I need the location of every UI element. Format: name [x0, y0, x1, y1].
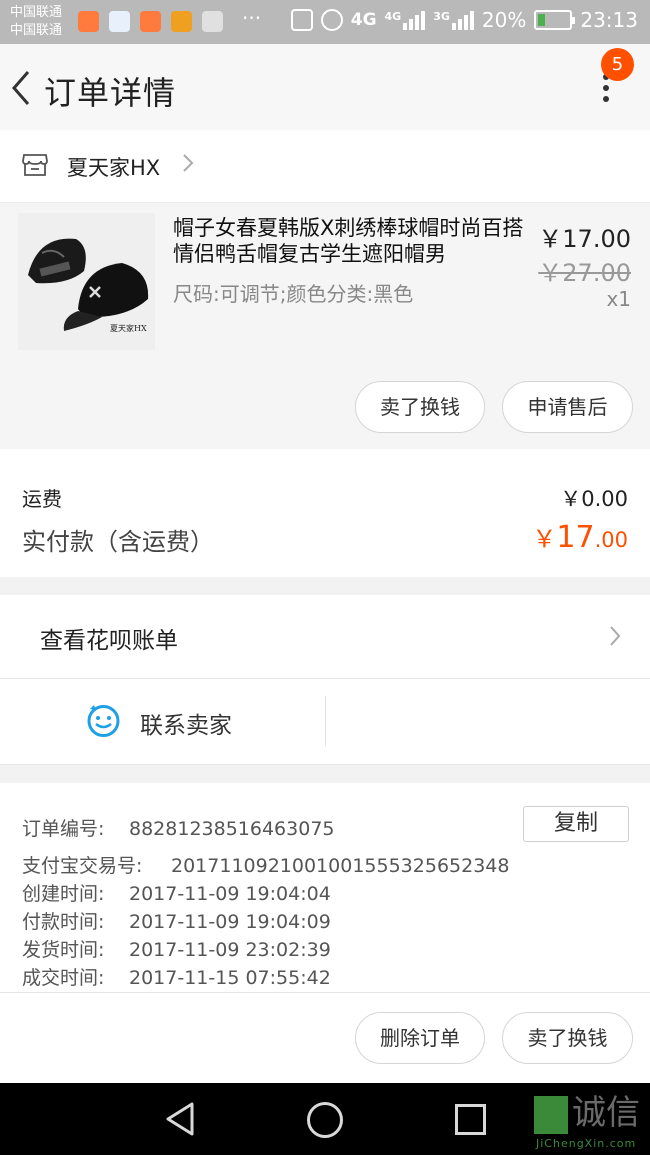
paid-currency: ￥ — [532, 525, 557, 553]
order-number: 88281238516463075 — [129, 818, 335, 840]
order-number-row: 订单编号: 88281238516463075 — [22, 814, 335, 841]
watermark-logo: 诚信 JiChengXin.com — [534, 1091, 646, 1151]
completed-time-label: 成交时间: — [22, 967, 105, 989]
paid-time-row: 付款时间: 2017-11-09 19:04:09 — [22, 907, 331, 934]
carrier-2: 中国联通 — [10, 23, 63, 38]
order-info: 订单编号: 88281238516463075 复制 支付宝交易号: 2017110… — [0, 783, 650, 993]
chevron-right-icon — [183, 154, 194, 172]
shipped-time: 2017-11-09 23:02:39 — [129, 939, 331, 961]
completed-time-row: 成交时间: 2017-11-15 07:55:42 — [22, 963, 331, 990]
created-time: 2017-11-09 19:04:04 — [129, 883, 331, 905]
network-type-3: 3G — [433, 10, 450, 23]
copy-button[interactable]: 复制 — [523, 806, 629, 842]
alipay-number-row: 支付宝交易号: 2017110921001001555325652348 — [22, 851, 509, 878]
created-time-row: 创建时间: 2017-11-09 19:04:04 — [22, 879, 331, 906]
vibrate-icon — [290, 9, 313, 31]
battery-app-icon — [171, 11, 192, 32]
clock: 23:13 — [580, 8, 638, 32]
fee-summary: 运费 ￥0.00 实付款（含运费） ￥17.00 — [0, 449, 650, 577]
paid-time-label: 付款时间: — [22, 911, 105, 933]
signal-icon: 3G — [433, 10, 474, 30]
alipay-number-label: 支付宝交易号: — [22, 855, 143, 877]
status-icons: 4G 4G 3G 20% 23:13 — [290, 8, 638, 32]
paid-time: 2017-11-09 19:04:09 — [129, 911, 331, 933]
cap-photo: 夏天家HX — [18, 213, 155, 350]
footer-actions: 删除订单 卖了换钱 — [0, 993, 650, 1083]
status-bar: 中国联通 中国联通 ··· 4G 4G 3G 20% 23:13 — [0, 0, 650, 44]
back-arrow-icon[interactable] — [8, 66, 38, 110]
product-original-price: ￥27.00 — [538, 259, 631, 287]
network-type-1: 4G — [350, 10, 377, 30]
chat-smile-icon[interactable] — [86, 703, 121, 738]
uc-browser-icon — [140, 11, 161, 32]
notification-icons — [78, 11, 223, 32]
shop-icon — [22, 154, 48, 176]
contact-bar: 联系卖家 — [0, 679, 650, 765]
alipay-number: 2017110921001001555325652348 — [171, 855, 510, 877]
nav-back-icon[interactable] — [162, 1100, 200, 1138]
battery-fill — [538, 14, 546, 26]
paid-decimal: .00 — [594, 528, 628, 552]
watermark-mark-icon — [534, 1096, 568, 1134]
nav-recents-icon[interactable] — [455, 1104, 486, 1135]
nav-home-icon[interactable] — [307, 1102, 343, 1138]
watermark-text: 诚信 — [572, 1093, 640, 1133]
watermark-subtext: JiChengXin.com — [536, 1137, 637, 1150]
product-title[interactable]: 帽子女春夏韩版X刺绣棒球帽时尚百搭情侣鸭舌帽复古学生遮阳帽男 — [173, 215, 539, 267]
battery-percent: 20% — [481, 8, 527, 32]
huabei-bill-label: 查看花呗账单 — [40, 628, 178, 654]
more-notifications-icon: ··· — [242, 6, 262, 30]
carrier-1: 中国联通 — [10, 5, 63, 20]
shipped-time-label: 发货时间: — [22, 939, 105, 961]
signal-icon: 4G — [385, 10, 426, 30]
notification-badge: 5 — [601, 48, 634, 81]
gallery-icon — [202, 11, 223, 32]
completed-time: 2017-11-15 07:55:42 — [129, 967, 331, 989]
carrier-labels: 中国联通 中国联通 — [10, 4, 62, 40]
shipping-label: 运费 — [22, 487, 62, 511]
system-nav-bar: 诚信 JiChengXin.com — [0, 1083, 650, 1155]
uc-browser-icon — [78, 11, 99, 32]
delete-order-button[interactable]: 删除订单 — [355, 1012, 485, 1064]
health-icon — [109, 11, 130, 32]
alarm-icon — [320, 9, 343, 31]
network-type-2: 4G — [384, 10, 402, 23]
sell-item-button[interactable]: 卖了换钱 — [355, 381, 485, 433]
product-image[interactable]: 夏天家HX — [18, 213, 155, 350]
created-time-label: 创建时间: — [22, 883, 105, 905]
page-title: 订单详情 — [44, 74, 177, 112]
shop-name: 夏天家HX — [67, 156, 161, 180]
divider — [325, 696, 326, 746]
chevron-right-icon — [610, 626, 621, 646]
product-card: 夏天家HX 帽子女春夏韩版X刺绣棒球帽时尚百搭情侣鸭舌帽复古学生遮阳帽男 尺码:… — [0, 203, 650, 449]
paid-total-value: ￥17.00 — [532, 519, 628, 555]
paid-total-label: 实付款（含运费） — [22, 528, 214, 556]
page-header: 订单详情 5 — [0, 44, 650, 130]
after-sale-button[interactable]: 申请售后 — [502, 381, 633, 433]
sell-item-button[interactable]: 卖了换钱 — [502, 1012, 633, 1064]
shipped-time-row: 发货时间: 2017-11-09 23:02:39 — [22, 935, 331, 962]
paid-integer: 17 — [556, 520, 595, 555]
battery-icon — [534, 10, 576, 30]
product-quantity: x1 — [606, 287, 631, 311]
contact-seller-button[interactable]: 联系卖家 — [140, 706, 232, 740]
product-image-brand: 夏天家HX — [110, 323, 147, 333]
shop-row[interactable]: 夏天家HX — [0, 130, 650, 203]
order-number-label: 订单编号: — [22, 818, 105, 840]
product-price: ￥17.00 — [538, 225, 631, 253]
product-sku: 尺码:可调节;颜色分类:黑色 — [173, 282, 414, 306]
huabei-bill-row[interactable]: 查看花呗账单 — [0, 595, 650, 679]
shipping-value: ￥0.00 — [560, 487, 628, 511]
